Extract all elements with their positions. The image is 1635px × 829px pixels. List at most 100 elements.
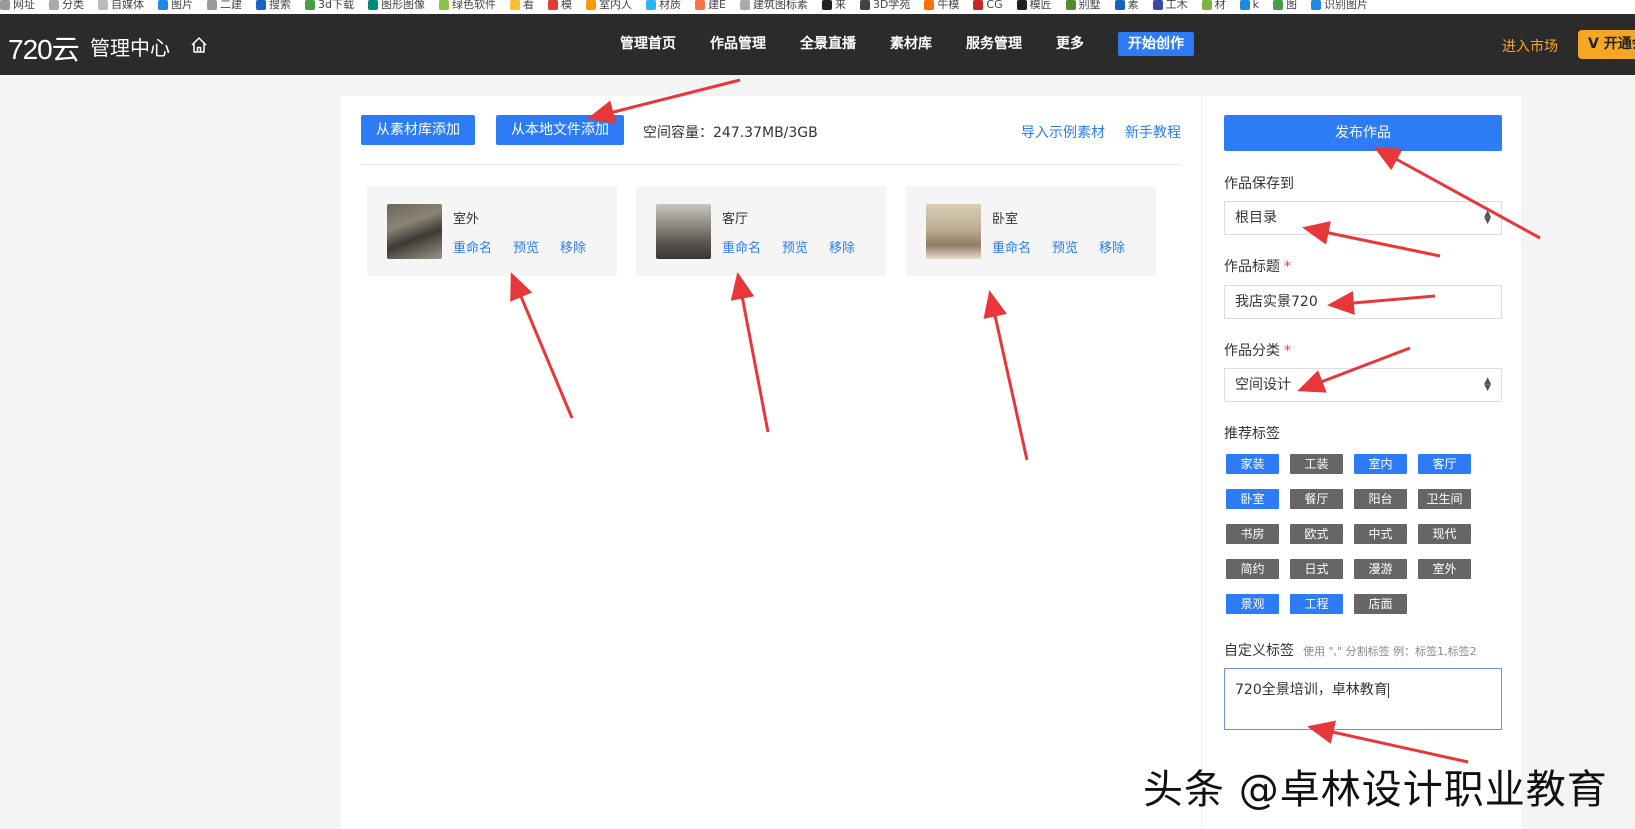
scene-name: 室外 xyxy=(453,212,480,227)
bookmark-label: 图形图像 xyxy=(380,0,425,11)
scene-name: 客厅 xyxy=(722,212,749,227)
nav-item-more[interactable]: 更多 xyxy=(1056,32,1084,56)
remove-link[interactable]: 移除 xyxy=(560,237,586,256)
bookmark-item[interactable]: 3D学苑 xyxy=(859,0,910,12)
rename-link[interactable]: 重命名 xyxy=(453,237,492,256)
category-value: 空间设计 xyxy=(1235,377,1291,393)
bookmark-item[interactable]: 材质 xyxy=(645,0,681,12)
tag-chip[interactable]: 卧室 xyxy=(1226,489,1279,509)
tutorial-link[interactable]: 新手教程 xyxy=(1125,122,1181,142)
bookmark-item[interactable]: 图形图像 xyxy=(367,0,425,12)
bookmark-label: 室内人 xyxy=(598,0,632,11)
tag-chip[interactable]: 阳台 xyxy=(1354,489,1407,509)
bookmark-icon xyxy=(739,0,750,10)
bookmark-icon xyxy=(1239,0,1250,10)
bookmark-item[interactable]: 素 xyxy=(1114,0,1139,12)
bookmark-item[interactable]: 分类 xyxy=(49,0,84,12)
bookmark-item[interactable]: 材 xyxy=(1201,0,1226,12)
bookmark-item[interactable]: 模 xyxy=(547,0,572,12)
bookmark-item[interactable]: 图片 xyxy=(158,0,193,12)
add-from-library-button[interactable]: 从素材库添加 xyxy=(361,115,475,145)
bookmark-item[interactable]: 来 xyxy=(821,0,846,12)
preview-link[interactable]: 预览 xyxy=(782,237,808,256)
bookmark-item[interactable]: 建筑图标素 xyxy=(739,0,808,12)
preview-link[interactable]: 预览 xyxy=(1052,237,1078,256)
tag-chip[interactable]: 简约 xyxy=(1226,559,1279,579)
page-title: 管理中心 xyxy=(90,36,170,60)
tag-chip[interactable]: 室外 xyxy=(1418,559,1471,579)
save-to-select[interactable]: 根目录 ▲ ▼ xyxy=(1224,201,1502,235)
bookmark-label: 别墅 xyxy=(1078,0,1101,11)
scene-thumbnail[interactable] xyxy=(387,204,442,259)
bookmark-item[interactable]: 模匠 xyxy=(1016,0,1052,12)
start-create-button[interactable]: 开始创作 xyxy=(1118,32,1194,56)
bookmark-icon xyxy=(973,0,984,10)
tag-chip[interactable]: 工装 xyxy=(1290,454,1343,474)
select-arrow-icon: ▲ ▼ xyxy=(1484,376,1491,393)
required-mark: * xyxy=(1284,259,1291,275)
bookmark-item[interactable]: 工木 xyxy=(1152,0,1188,12)
tag-chip[interactable]: 欧式 xyxy=(1290,524,1343,544)
vip-button[interactable]: V 开通会员 xyxy=(1578,30,1635,59)
bookmark-item[interactable]: k xyxy=(1239,0,1259,12)
tag-chip[interactable]: 书房 xyxy=(1226,524,1279,544)
tag-chip[interactable]: 室内 xyxy=(1354,454,1407,474)
add-from-local-button[interactable]: 从本地文件添加 xyxy=(496,115,624,145)
scene-thumbnail[interactable] xyxy=(656,204,711,259)
bookmark-item[interactable]: 室内人 xyxy=(585,0,632,12)
rename-link[interactable]: 重命名 xyxy=(992,237,1031,256)
tag-chip[interactable]: 餐厅 xyxy=(1290,489,1343,509)
bookmark-item[interactable]: 别墅 xyxy=(1065,0,1101,12)
bookmark-item[interactable]: 3d下载 xyxy=(305,0,354,12)
divider xyxy=(361,164,1181,165)
bookmark-item[interactable]: 看 xyxy=(509,0,534,12)
bookmark-label: 建筑图标素 xyxy=(752,0,808,11)
bookmark-icon xyxy=(98,0,108,10)
home-icon[interactable] xyxy=(190,36,208,54)
title-value: 我店实景720 xyxy=(1235,294,1318,310)
nav-item-services[interactable]: 服务管理 xyxy=(966,32,1022,56)
bookmark-item[interactable]: 自媒体 xyxy=(98,0,144,12)
rename-link[interactable]: 重命名 xyxy=(722,237,761,256)
preview-link[interactable]: 预览 xyxy=(513,237,539,256)
bookmark-item[interactable]: CG xyxy=(973,0,1003,12)
title-input[interactable]: 我店实景720 xyxy=(1224,285,1502,319)
tag-chip[interactable]: 漫游 xyxy=(1354,559,1407,579)
bookmark-icon xyxy=(1201,0,1212,10)
remove-link[interactable]: 移除 xyxy=(829,237,855,256)
bookmark-label: k xyxy=(1252,0,1259,11)
nav-item-home[interactable]: 管理首页 xyxy=(620,32,676,56)
market-link[interactable]: 进入市场 xyxy=(1502,36,1558,56)
nav-item-assets[interactable]: 素材库 xyxy=(890,32,932,56)
logo[interactable]: 720云 xyxy=(8,28,80,68)
bookmark-item[interactable]: 牛模 xyxy=(924,0,959,12)
custom-tags-input[interactable]: 720全景培训，卓林教育 xyxy=(1224,668,1502,730)
scene-thumbnail[interactable] xyxy=(926,204,981,259)
select-arrow-icon: ▲ ▼ xyxy=(1484,209,1491,226)
category-select[interactable]: 空间设计 ▲ ▼ xyxy=(1224,368,1502,402)
tag-chip[interactable]: 现代 xyxy=(1418,524,1471,544)
bookmark-item[interactable]: 图 xyxy=(1273,0,1297,12)
import-sample-link[interactable]: 导入示例素材 xyxy=(1021,122,1105,142)
text-caret xyxy=(1387,682,1389,698)
scene-card-bedroom: 卧室 重命名 预览 移除 xyxy=(906,186,1156,276)
tags-label: 推荐标签 xyxy=(1224,426,1280,442)
bookmark-item[interactable]: 识别图片 xyxy=(1311,0,1368,12)
tag-chip[interactable]: 景观 xyxy=(1226,594,1279,614)
tag-chip[interactable]: 店面 xyxy=(1354,594,1407,614)
bookmark-item[interactable]: 建E xyxy=(694,0,726,12)
nav-item-works[interactable]: 作品管理 xyxy=(710,32,766,56)
tag-chip[interactable]: 卫生间 xyxy=(1418,489,1471,509)
publish-button[interactable]: 发布作品 xyxy=(1224,115,1502,151)
nav-item-live[interactable]: 全景直播 xyxy=(800,32,856,56)
tag-chip[interactable]: 中式 xyxy=(1354,524,1407,544)
bookmark-item[interactable]: 网址 xyxy=(0,0,35,12)
bookmark-item[interactable]: 二建 xyxy=(207,0,242,12)
tag-chip[interactable]: 工程 xyxy=(1290,594,1343,614)
bookmark-item[interactable]: 搜索 xyxy=(256,0,291,12)
remove-link[interactable]: 移除 xyxy=(1099,237,1125,256)
tag-chip[interactable]: 日式 xyxy=(1290,559,1343,579)
tag-chip[interactable]: 家装 xyxy=(1226,454,1279,474)
tag-chip[interactable]: 客厅 xyxy=(1418,454,1471,474)
bookmark-item[interactable]: 绿色软件 xyxy=(438,0,496,12)
